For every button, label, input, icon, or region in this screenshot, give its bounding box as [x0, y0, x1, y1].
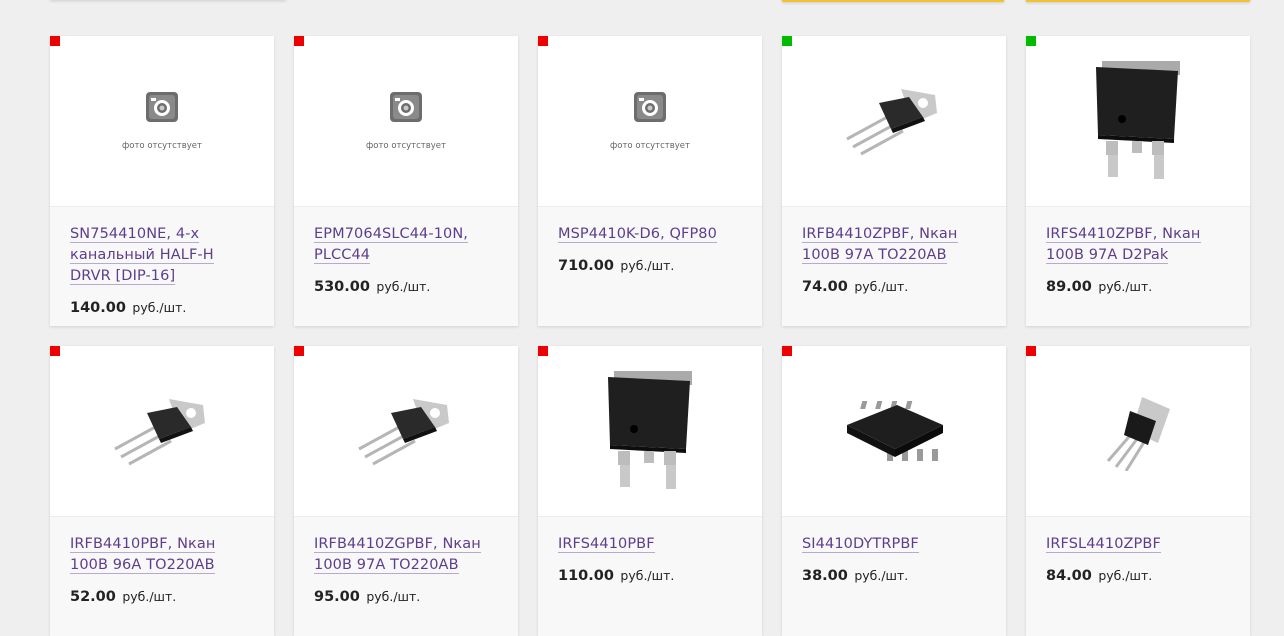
product-image[interactable]: фото отсутствует	[294, 36, 518, 207]
in-stock-indicator	[782, 36, 792, 46]
price-line: 84.00 руб./шт.	[1046, 568, 1230, 584]
previous-row-card-edge	[1026, 0, 1250, 2]
product-image[interactable]	[50, 346, 274, 517]
no-photo-placeholder: фото отсутствует	[366, 91, 446, 151]
price-unit: руб./шт.	[122, 589, 177, 604]
product-image[interactable]	[294, 346, 518, 517]
out-of-stock-indicator	[294, 346, 304, 356]
no-photo-text: фото отсутствует	[122, 141, 202, 151]
out-of-stock-indicator	[1026, 346, 1036, 356]
out-of-stock-indicator	[50, 36, 60, 46]
out-of-stock-indicator	[294, 36, 304, 46]
product-price: 84.00	[1046, 568, 1092, 584]
product-info: MSP4410K-D6, QFP80 710.00 руб./шт.	[538, 207, 762, 274]
product-price: 530.00	[314, 279, 370, 295]
no-photo-placeholder: фото отсутствует	[610, 91, 690, 151]
price-line: 140.00 руб./шт.	[70, 300, 254, 316]
product-image[interactable]: фото отсутствует	[50, 36, 274, 207]
product-info: SN754410NE, 4-х канальный HALF-H DRVR [D…	[50, 207, 274, 316]
product-card-3[interactable]: фото отсутствует MSP4410K-D6, QFP80 710.…	[538, 36, 762, 326]
price-unit: руб./шт.	[854, 279, 909, 294]
product-info: IRFB4410ZPBF, Nкан 100В 97А TO220AB 74.0…	[782, 207, 1006, 295]
previous-row-card-edge	[782, 0, 1004, 2]
product-card-2[interactable]: фото отсутствует EPM7064SLC44-10N, PLCC4…	[294, 36, 518, 326]
product-info: SI4410DYTRPBF 38.00 руб./шт.	[782, 517, 1006, 584]
product-image[interactable]	[782, 36, 1006, 207]
in-stock-indicator	[1026, 36, 1036, 46]
product-name-link[interactable]: IRFB4410ZGPBF, Nкан 100В 97А TO220AB	[314, 536, 481, 574]
product-grid: фото отсутствует SN754410NE, 4-х канальн…	[50, 36, 1250, 636]
to220-transistor-icon	[358, 399, 449, 466]
product-price: 38.00	[802, 568, 848, 584]
out-of-stock-indicator	[782, 346, 792, 356]
product-name-link[interactable]: IRFB4410PBF, Nкан 100В 96А TO220AB	[70, 536, 216, 574]
product-price: 110.00	[558, 568, 614, 584]
price-unit: руб./шт.	[1098, 279, 1153, 294]
product-card-4[interactable]: IRFB4410ZPBF, Nкан 100В 97А TO220AB 74.0…	[782, 36, 1006, 326]
price-line: 95.00 руб./шт.	[314, 589, 498, 605]
product-card-9[interactable]: SI4410DYTRPBF 38.00 руб./шт.	[782, 346, 1006, 636]
product-image[interactable]	[538, 346, 762, 517]
no-photo-text: фото отсутствует	[366, 141, 446, 151]
product-image[interactable]	[1026, 36, 1250, 207]
price-unit: руб./шт.	[376, 279, 431, 294]
price-line: 89.00 руб./шт.	[1046, 279, 1230, 295]
product-card-6[interactable]: IRFB4410PBF, Nкан 100В 96А TO220AB 52.00…	[50, 346, 274, 636]
product-price: 89.00	[1046, 279, 1092, 295]
product-price: 52.00	[70, 589, 116, 605]
out-of-stock-indicator	[538, 346, 548, 356]
camera-icon	[633, 92, 666, 122]
product-card-1[interactable]: фото отсутствует SN754410NE, 4-х канальн…	[50, 36, 274, 326]
product-name-link[interactable]: MSP4410K-D6, QFP80	[558, 226, 717, 243]
product-name-link[interactable]: SN754410NE, 4-х канальный HALF-H DRVR [D…	[70, 226, 214, 285]
price-unit: руб./шт.	[366, 589, 421, 604]
price-unit: руб./шт.	[854, 568, 909, 583]
price-unit: руб./шт.	[620, 258, 675, 273]
product-card-10[interactable]: IRFSL4410ZPBF 84.00 руб./шт.	[1026, 346, 1250, 636]
product-name-link[interactable]: IRFS4410PBF	[558, 536, 655, 553]
price-line: 530.00 руб./шт.	[314, 279, 498, 295]
product-card-8[interactable]: IRFS4410PBF 110.00 руб./шт.	[538, 346, 762, 636]
product-info: EPM7064SLC44-10N, PLCC44 530.00 руб./шт.	[294, 207, 518, 295]
product-info: IRFS4410ZPBF, Nкан 100В 97А D2Pak 89.00 …	[1026, 207, 1250, 295]
product-image[interactable]: фото отсутствует	[538, 36, 762, 207]
camera-icon	[145, 92, 178, 122]
product-name-link[interactable]: SI4410DYTRPBF	[802, 536, 919, 553]
price-line: 110.00 руб./шт.	[558, 568, 742, 584]
price-line: 74.00 руб./шт.	[802, 279, 986, 295]
out-of-stock-indicator	[538, 36, 548, 46]
product-image[interactable]	[1026, 346, 1250, 517]
product-info: IRFB4410ZGPBF, Nкан 100В 97А TO220AB 95.…	[294, 517, 518, 605]
product-card-5[interactable]: IRFS4410ZPBF, Nкан 100В 97А D2Pak 89.00 …	[1026, 36, 1250, 326]
product-image[interactable]	[782, 346, 1006, 517]
price-unit: руб./шт.	[620, 568, 675, 583]
soic8-chip-icon	[847, 401, 943, 461]
price-line: 38.00 руб./шт.	[802, 568, 986, 584]
to220-transistor-icon	[114, 399, 205, 466]
to262-transistor-icon	[1106, 397, 1170, 471]
price-unit: руб./шт.	[132, 300, 187, 315]
product-price: 74.00	[802, 279, 848, 295]
product-name-link[interactable]: IRFSL4410ZPBF	[1046, 536, 1161, 553]
product-name-link[interactable]: IRFB4410ZPBF, Nкан 100В 97А TO220AB	[802, 226, 958, 264]
product-card-7[interactable]: IRFB4410ZGPBF, Nкан 100В 97А TO220AB 95.…	[294, 346, 518, 636]
product-price: 95.00	[314, 589, 360, 605]
product-name-link[interactable]: EPM7064SLC44-10N, PLCC44	[314, 226, 469, 264]
product-info: IRFSL4410ZPBF 84.00 руб./шт.	[1026, 517, 1250, 584]
to220-transistor-icon	[846, 89, 937, 156]
no-photo-text: фото отсутствует	[610, 141, 690, 151]
product-name-link[interactable]: IRFS4410ZPBF, Nкан 100В 97А D2Pak	[1046, 226, 1201, 264]
price-line: 710.00 руб./шт.	[558, 258, 742, 274]
d2pak-transistor-icon	[1096, 61, 1180, 179]
camera-icon	[389, 92, 422, 122]
product-price: 140.00	[70, 300, 126, 316]
product-info: IRFS4410PBF 110.00 руб./шт.	[538, 517, 762, 584]
price-line: 52.00 руб./шт.	[70, 589, 254, 605]
price-unit: руб./шт.	[1098, 568, 1153, 583]
out-of-stock-indicator	[50, 346, 60, 356]
product-info: IRFB4410PBF, Nкан 100В 96А TO220AB 52.00…	[50, 517, 274, 605]
product-price: 710.00	[558, 258, 614, 274]
d2pak-transistor-icon	[608, 371, 692, 489]
no-photo-placeholder: фото отсутствует	[122, 91, 202, 151]
